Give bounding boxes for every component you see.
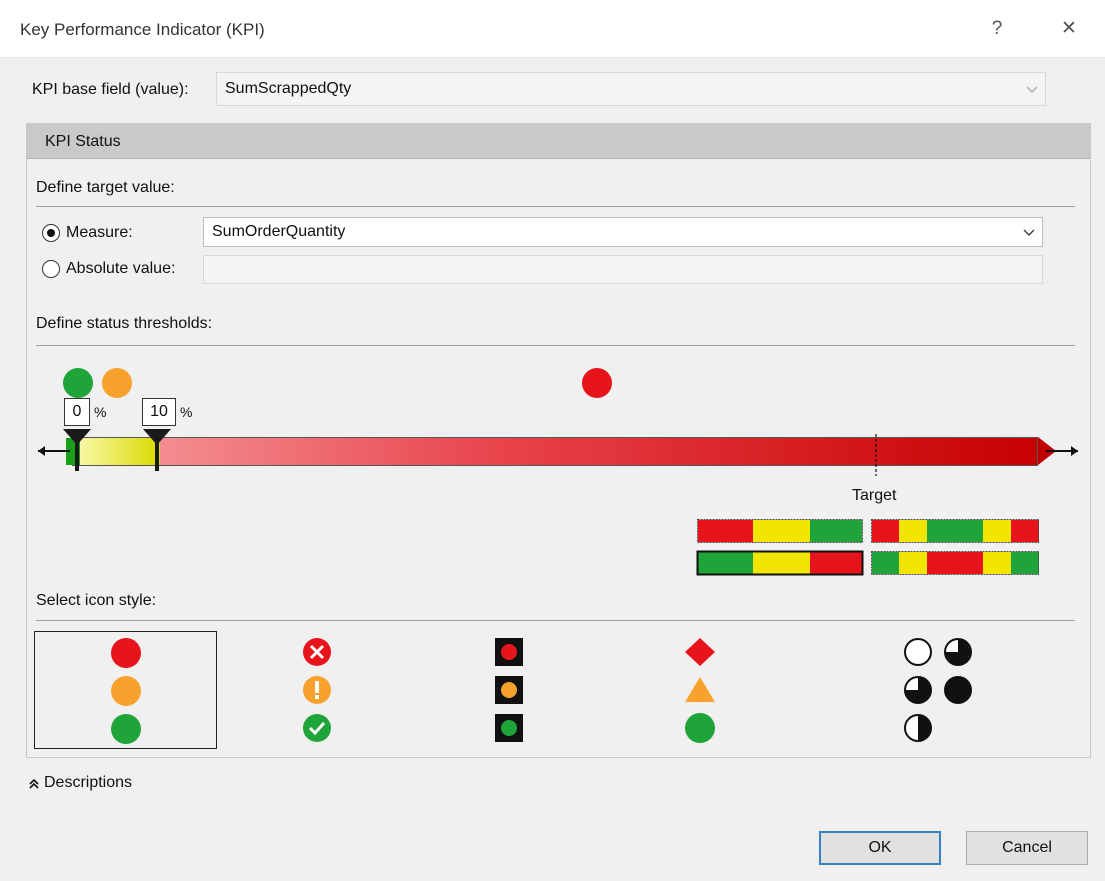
absolute-value-label: Absolute value: (66, 260, 176, 277)
band-preset-2 (871, 519, 1039, 543)
target-label: Target (852, 487, 897, 504)
icon-style-separator (36, 620, 1075, 621)
threshold-slider-overlay (38, 429, 1078, 476)
window-title: Key Performance Indicator (KPI) (20, 20, 265, 39)
high-threshold-handle-icon (143, 429, 171, 471)
measure-radio[interactable] (42, 224, 60, 242)
thresholds-separator (36, 345, 1075, 346)
descriptions-toggle[interactable]: Descriptions (44, 774, 132, 792)
shapes-icon (685, 638, 715, 743)
base-field-label: KPI base field (value): (32, 81, 189, 98)
green-status-dot (63, 368, 93, 398)
collapse-icon[interactable] (28, 778, 40, 790)
pie-quarters-icon (904, 638, 972, 742)
band-preset-1 (697, 519, 863, 543)
chevron-down-icon (1026, 86, 1038, 93)
traffic-light-icon (495, 638, 523, 742)
right-arrow-icon (1038, 437, 1078, 465)
symbols-icon (303, 638, 331, 742)
thresholds-section-title: Define status thresholds: (36, 315, 213, 332)
icon-style-section-title: Select icon style: (36, 592, 157, 609)
target-separator (36, 206, 1075, 207)
icon-style-traffic-lights[interactable] (460, 631, 560, 749)
low-threshold-unit: % (94, 404, 107, 420)
cancel-button[interactable]: Cancel (966, 831, 1088, 865)
base-field-value: SumScrappedQty (225, 80, 352, 97)
kpi-status-header: KPI Status (27, 124, 1090, 159)
ok-button[interactable]: OK (819, 831, 941, 865)
measure-value: SumOrderQuantity (212, 223, 346, 240)
absolute-value-radio[interactable] (42, 260, 60, 278)
high-threshold-input[interactable]: 10 (142, 398, 176, 426)
kpi-status-title: KPI Status (45, 133, 121, 150)
icon-style-symbols[interactable] (255, 631, 380, 749)
band-preset-3 (696, 550, 864, 576)
icon-style-shapes[interactable] (650, 631, 750, 749)
left-arrow-icon (38, 446, 70, 456)
band-presets[interactable] (696, 519, 1042, 577)
low-threshold-input[interactable]: 0 (64, 398, 90, 426)
base-field-select[interactable]: SumScrappedQty (216, 72, 1046, 106)
circles-icon (111, 638, 141, 744)
help-button[interactable]: ? (980, 14, 1014, 44)
icon-style-pie-quarters[interactable] (880, 631, 1000, 749)
measure-select[interactable]: SumOrderQuantity (203, 217, 1043, 247)
red-status-dot (582, 368, 612, 398)
measure-label: Measure: (66, 224, 133, 241)
high-threshold-unit: % (180, 404, 193, 420)
icon-style-circles[interactable] (34, 631, 217, 749)
target-section-title: Define target value: (36, 179, 175, 196)
band-preset-4 (871, 551, 1039, 575)
amber-status-dot (102, 368, 132, 398)
chevron-down-icon (1023, 229, 1035, 236)
title-bar: Key Performance Indicator (KPI) ? ✕ (0, 0, 1105, 58)
absolute-value-input[interactable] (203, 255, 1043, 284)
close-button[interactable]: ✕ (1052, 14, 1086, 44)
